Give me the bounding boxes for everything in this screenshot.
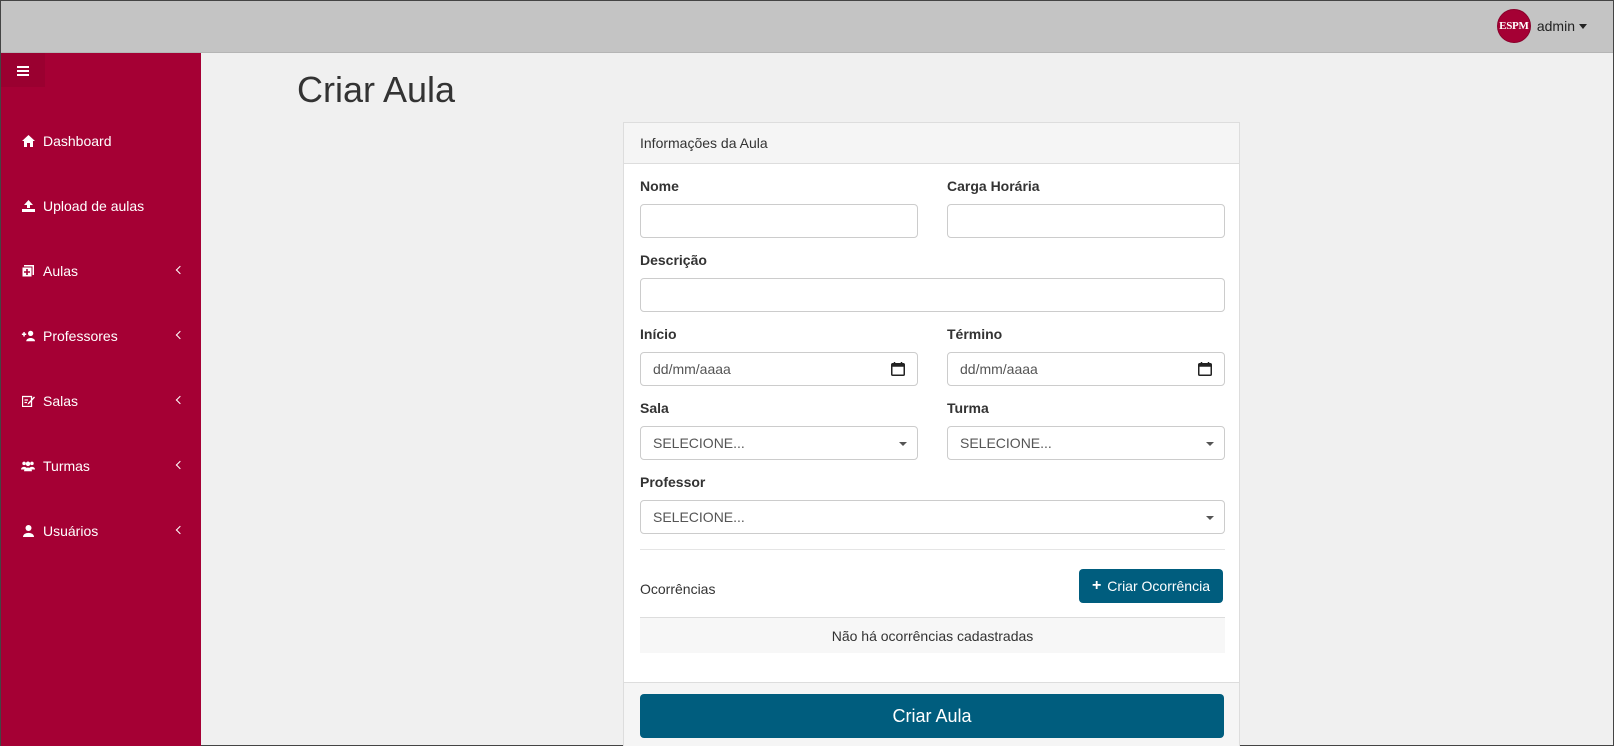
criar-aula-button[interactable]: Criar Aula (640, 694, 1224, 738)
sala-label: Sala (640, 400, 669, 416)
plus-icon: + (1091, 577, 1102, 594)
sidebar-item-dashboard[interactable]: Dashboard (1, 108, 201, 173)
form-card: Informações da Aula Nome Carga Horária D… (623, 122, 1240, 746)
sidebar-item-salas[interactable]: Salas (1, 368, 201, 433)
card-header: Informações da Aula (624, 123, 1239, 164)
sala-select[interactable]: SELECIONE... (640, 426, 918, 460)
calendar-icon[interactable] (891, 362, 905, 376)
sidebar-item-label: Upload de aulas (43, 197, 145, 214)
chevron-left-icon (175, 395, 185, 404)
sidebar: Dashboard Upload de aulas Aulas Professo… (1, 53, 201, 746)
sidebar-nav: Dashboard Upload de aulas Aulas Professo… (1, 108, 201, 563)
descricao-input[interactable] (640, 278, 1225, 312)
carga-horaria-input[interactable] (947, 204, 1225, 238)
caret-down-icon[interactable] (1579, 23, 1587, 29)
nome-label: Nome (640, 178, 679, 194)
sidebar-item-usuarios[interactable]: Usuários (1, 498, 201, 563)
sidebar-item-label: Usuários (43, 522, 99, 539)
sidebar-item-label: Salas (43, 392, 79, 409)
sidebar-item-upload-de-aulas[interactable]: Upload de aulas (1, 173, 201, 238)
professor-select[interactable]: SELECIONE... (640, 500, 1225, 534)
user-avatar[interactable]: ESPM (1496, 9, 1531, 43)
user-menu[interactable]: ESPM admin (1496, 9, 1587, 43)
user-icon (21, 524, 35, 538)
turma-selected-value: SELECIONE... (960, 435, 1052, 451)
sala-selected-value: SELECIONE... (653, 435, 745, 451)
sidebar-item-label: Turmas (43, 457, 90, 474)
sidebar-item-label: Dashboard (43, 132, 112, 149)
carga-horaria-label: Carga Horária (947, 178, 1040, 194)
inicio-placeholder: dd/mm/aaaa (653, 361, 731, 377)
sidebar-item-aulas[interactable]: Aulas (1, 238, 201, 303)
turma-select[interactable]: SELECIONE... (947, 426, 1225, 460)
edit-icon (21, 394, 35, 408)
home-icon (21, 134, 35, 148)
termino-label: Término (947, 326, 1003, 342)
calendar-icon[interactable] (1198, 362, 1212, 376)
dropdown-caret-icon (899, 442, 907, 446)
ocorrencias-label: Ocorrências (640, 581, 716, 597)
chevron-left-icon (175, 525, 185, 534)
criar-ocorrencia-button[interactable]: + Criar Ocorrência (1078, 569, 1223, 603)
sidebar-item-label: Aulas (43, 262, 79, 279)
top-navbar: ESPM admin (1, 1, 1613, 53)
termino-date-input[interactable]: dd/mm/aaaa (947, 352, 1225, 386)
professor-selected-value: SELECIONE... (653, 509, 745, 525)
turma-label: Turma (947, 400, 989, 416)
inicio-label: Início (640, 326, 677, 342)
criar-ocorrencia-label: Criar Ocorrência (1107, 578, 1210, 594)
user-plus-icon (21, 329, 35, 343)
chevron-left-icon (175, 460, 185, 469)
professor-label: Professor (640, 474, 706, 490)
card-footer: Criar Aula (624, 682, 1239, 746)
dropdown-caret-icon (1206, 442, 1214, 446)
ocorrencias-empty-row: Não há ocorrências cadastradas (640, 617, 1225, 653)
chevron-left-icon (175, 265, 185, 274)
plus-square-icon (21, 264, 35, 278)
inicio-date-input[interactable]: dd/mm/aaaa (640, 352, 918, 386)
hamburger-icon (17, 65, 29, 76)
descricao-label: Descrição (640, 252, 707, 268)
users-icon (21, 459, 35, 473)
menu-toggle-button[interactable] (1, 53, 45, 87)
sidebar-item-professores[interactable]: Professores (1, 303, 201, 368)
sidebar-item-label: Professores (43, 327, 118, 344)
user-name[interactable]: admin (1537, 18, 1575, 34)
divider (640, 549, 1225, 550)
nome-input[interactable] (640, 204, 918, 238)
chevron-left-icon (175, 330, 185, 339)
upload-icon (21, 199, 35, 213)
dropdown-caret-icon (1206, 516, 1214, 520)
page-title: Criar Aula (297, 69, 456, 110)
sidebar-item-turmas[interactable]: Turmas (1, 433, 201, 498)
termino-placeholder: dd/mm/aaaa (960, 361, 1038, 377)
